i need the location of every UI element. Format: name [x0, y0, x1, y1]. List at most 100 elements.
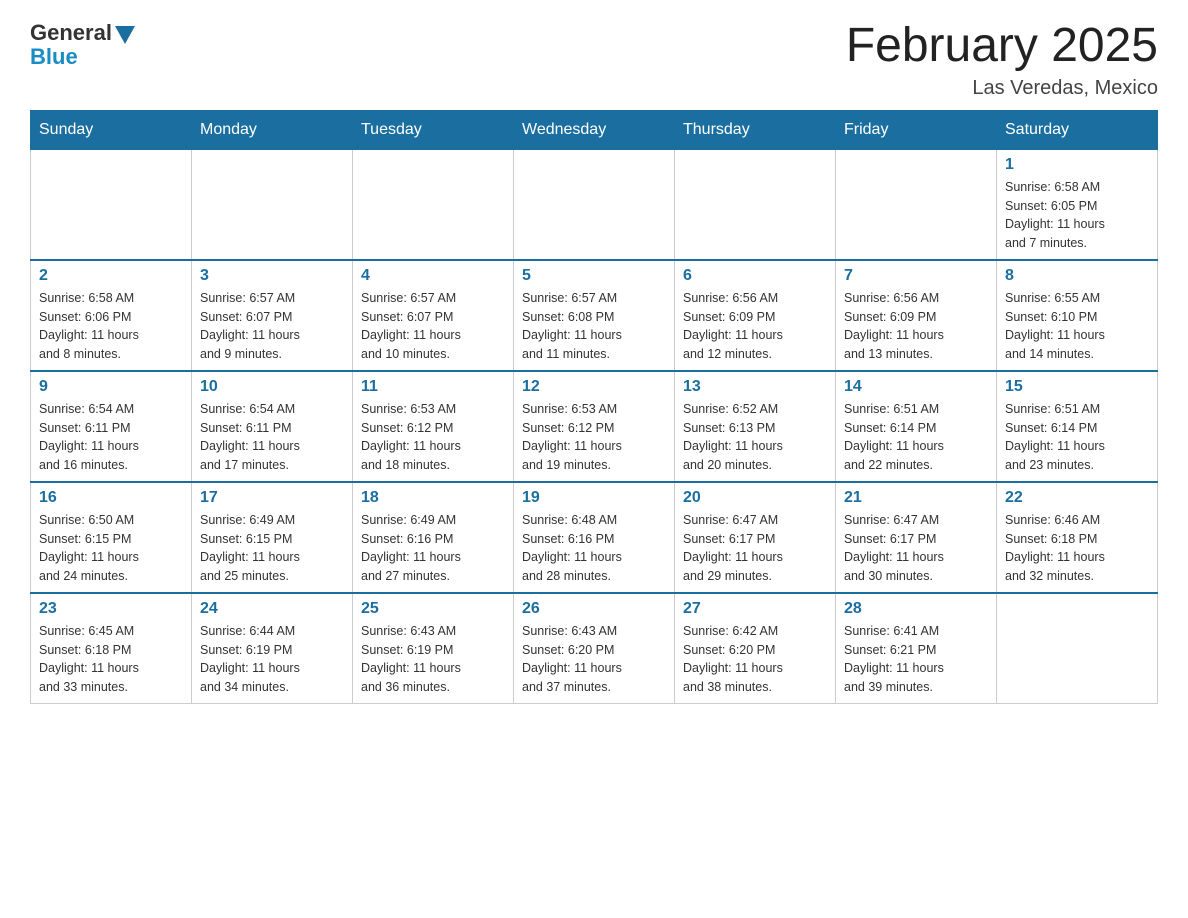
day-number: 12	[522, 378, 666, 396]
calendar-cell	[514, 149, 675, 260]
calendar-cell: 3Sunrise: 6:57 AMSunset: 6:07 PMDaylight…	[192, 260, 353, 371]
calendar-cell: 25 Sunrise: 6:43 AMSunset: 6:19 PMDayligh…	[353, 593, 514, 704]
calendar-cell: 16 Sunrise: 6:50 AMSunset: 6:15 PMDayligh…	[31, 482, 192, 593]
day-info: Sunrise: 6:45 AMSunset: 6:18 PMDaylight:…	[39, 622, 183, 697]
day-number: 9	[39, 378, 183, 396]
calendar-week-row: 23 Sunrise: 6:45 AMSunset: 6:18 PMDayligh…	[31, 593, 1158, 704]
day-info: Sunrise: 6:58 AMSunset: 6:06 PMDaylight:…	[39, 289, 183, 364]
day-number: 22	[1005, 489, 1149, 507]
calendar-cell: 28 Sunrise: 6:41 AMSunset: 6:21 PMDayligh…	[836, 593, 997, 704]
calendar-cell: 4 Sunrise: 6:57 AMSunset: 6:07 PMDaylight…	[353, 260, 514, 371]
calendar-cell: 7 Sunrise: 6:56 AMSunset: 6:09 PMDaylight…	[836, 260, 997, 371]
day-info: Sunrise: 6:42 AMSunset: 6:20 PMDaylight:…	[683, 622, 827, 697]
day-number: 27	[683, 600, 827, 618]
day-info: Sunrise: 6:57 AMSunset: 6:08 PMDaylight:…	[522, 289, 666, 364]
logo-arrow-icon	[115, 26, 135, 44]
day-info: Sunrise: 6:52 AMSunset: 6:13 PMDaylight:…	[683, 400, 827, 475]
day-info: Sunrise: 6:51 AMSunset: 6:14 PMDaylight:…	[1005, 400, 1149, 475]
day-number: 13	[683, 378, 827, 396]
calendar-cell: 18 Sunrise: 6:49 AMSunset: 6:16 PMDayligh…	[353, 482, 514, 593]
day-number: 25	[361, 600, 505, 618]
day-number: 17	[200, 489, 344, 507]
title-section: February 2025 Las Veredas, Mexico	[846, 20, 1158, 100]
day-number: 18	[361, 489, 505, 507]
calendar-week-row: 16 Sunrise: 6:50 AMSunset: 6:15 PMDayligh…	[31, 482, 1158, 593]
day-info: Sunrise: 6:58 AMSunset: 6:05 PMDaylight:…	[1005, 178, 1149, 253]
day-number: 15	[1005, 378, 1149, 396]
calendar-cell: 1 Sunrise: 6:58 AMSunset: 6:05 PMDaylight…	[997, 149, 1158, 260]
location: Las Veredas, Mexico	[846, 77, 1158, 100]
calendar-cell: 24 Sunrise: 6:44 AMSunset: 6:19 PMDayligh…	[192, 593, 353, 704]
day-info: Sunrise: 6:57 AMSunset: 6:07 PMDaylight:…	[200, 289, 344, 364]
calendar-week-row: 9 Sunrise: 6:54 AMSunset: 6:11 PMDaylight…	[31, 371, 1158, 482]
day-number: 26	[522, 600, 666, 618]
day-number: 23	[39, 600, 183, 618]
day-number: 1	[1005, 156, 1149, 174]
day-info: Sunrise: 6:50 AMSunset: 6:15 PMDaylight:…	[39, 511, 183, 586]
calendar-cell: 14 Sunrise: 6:51 AMSunset: 6:14 PMDayligh…	[836, 371, 997, 482]
day-info: Sunrise: 6:43 AMSunset: 6:19 PMDaylight:…	[361, 622, 505, 697]
calendar-cell	[31, 149, 192, 260]
day-number: 7	[844, 267, 988, 285]
day-info: Sunrise: 6:46 AMSunset: 6:18 PMDaylight:…	[1005, 511, 1149, 586]
calendar-cell	[192, 149, 353, 260]
page-header: General Blue February 2025 Las Veredas, …	[30, 20, 1158, 100]
column-header-monday: Monday	[192, 110, 353, 149]
calendar-cell: 8 Sunrise: 6:55 AMSunset: 6:10 PMDaylight…	[997, 260, 1158, 371]
day-number: 6	[683, 267, 827, 285]
calendar-cell: 6 Sunrise: 6:56 AMSunset: 6:09 PMDaylight…	[675, 260, 836, 371]
calendar-cell	[836, 149, 997, 260]
calendar-table: SundayMondayTuesdayWednesdayThursdayFrid…	[30, 110, 1158, 704]
day-info: Sunrise: 6:53 AMSunset: 6:12 PMDaylight:…	[522, 400, 666, 475]
day-number: 4	[361, 267, 505, 285]
day-number: 28	[844, 600, 988, 618]
day-info: Sunrise: 6:54 AMSunset: 6:11 PMDaylight:…	[39, 400, 183, 475]
logo: General Blue	[30, 20, 135, 70]
day-number: 14	[844, 378, 988, 396]
calendar-header-row: SundayMondayTuesdayWednesdayThursdayFrid…	[31, 110, 1158, 149]
day-number: 10	[200, 378, 344, 396]
calendar-cell	[353, 149, 514, 260]
month-title: February 2025	[846, 20, 1158, 73]
day-info: Sunrise: 6:44 AMSunset: 6:19 PMDaylight:…	[200, 622, 344, 697]
logo-blue-text: Blue	[30, 44, 78, 70]
day-info: Sunrise: 6:57 AMSunset: 6:07 PMDaylight:…	[361, 289, 505, 364]
day-info: Sunrise: 6:54 AMSunset: 6:11 PMDaylight:…	[200, 400, 344, 475]
column-header-friday: Friday	[836, 110, 997, 149]
column-header-saturday: Saturday	[997, 110, 1158, 149]
day-info: Sunrise: 6:53 AMSunset: 6:12 PMDaylight:…	[361, 400, 505, 475]
calendar-cell: 20 Sunrise: 6:47 AMSunset: 6:17 PMDayligh…	[675, 482, 836, 593]
day-info: Sunrise: 6:48 AMSunset: 6:16 PMDaylight:…	[522, 511, 666, 586]
day-number: 8	[1005, 267, 1149, 285]
day-number: 20	[683, 489, 827, 507]
day-number: 2	[39, 267, 183, 285]
day-info: Sunrise: 6:49 AMSunset: 6:16 PMDaylight:…	[361, 511, 505, 586]
day-number: 21	[844, 489, 988, 507]
day-info: Sunrise: 6:56 AMSunset: 6:09 PMDaylight:…	[683, 289, 827, 364]
calendar-cell: 5Sunrise: 6:57 AMSunset: 6:08 PMDaylight…	[514, 260, 675, 371]
calendar-cell: 22 Sunrise: 6:46 AMSunset: 6:18 PMDayligh…	[997, 482, 1158, 593]
calendar-cell: 19 Sunrise: 6:48 AMSunset: 6:16 PMDayligh…	[514, 482, 675, 593]
calendar-cell: 27 Sunrise: 6:42 AMSunset: 6:20 PMDayligh…	[675, 593, 836, 704]
calendar-cell: 17 Sunrise: 6:49 AMSunset: 6:15 PMDayligh…	[192, 482, 353, 593]
column-header-wednesday: Wednesday	[514, 110, 675, 149]
calendar-cell: 11Sunrise: 6:53 AMSunset: 6:12 PMDayligh…	[353, 371, 514, 482]
day-number: 24	[200, 600, 344, 618]
day-info: Sunrise: 6:47 AMSunset: 6:17 PMDaylight:…	[683, 511, 827, 586]
calendar-cell: 2 Sunrise: 6:58 AMSunset: 6:06 PMDaylight…	[31, 260, 192, 371]
column-header-thursday: Thursday	[675, 110, 836, 149]
day-info: Sunrise: 6:55 AMSunset: 6:10 PMDaylight:…	[1005, 289, 1149, 364]
calendar-cell: 21 Sunrise: 6:47 AMSunset: 6:17 PMDayligh…	[836, 482, 997, 593]
day-info: Sunrise: 6:41 AMSunset: 6:21 PMDaylight:…	[844, 622, 988, 697]
day-info: Sunrise: 6:51 AMSunset: 6:14 PMDaylight:…	[844, 400, 988, 475]
calendar-cell: 12 Sunrise: 6:53 AMSunset: 6:12 PMDayligh…	[514, 371, 675, 482]
day-info: Sunrise: 6:47 AMSunset: 6:17 PMDaylight:…	[844, 511, 988, 586]
day-number: 19	[522, 489, 666, 507]
day-number: 16	[39, 489, 183, 507]
calendar-cell: 15 Sunrise: 6:51 AMSunset: 6:14 PMDayligh…	[997, 371, 1158, 482]
calendar-week-row: 1 Sunrise: 6:58 AMSunset: 6:05 PMDaylight…	[31, 149, 1158, 260]
calendar-cell	[675, 149, 836, 260]
day-info: Sunrise: 6:49 AMSunset: 6:15 PMDaylight:…	[200, 511, 344, 586]
day-info: Sunrise: 6:56 AMSunset: 6:09 PMDaylight:…	[844, 289, 988, 364]
calendar-cell: 13 Sunrise: 6:52 AMSunset: 6:13 PMDayligh…	[675, 371, 836, 482]
